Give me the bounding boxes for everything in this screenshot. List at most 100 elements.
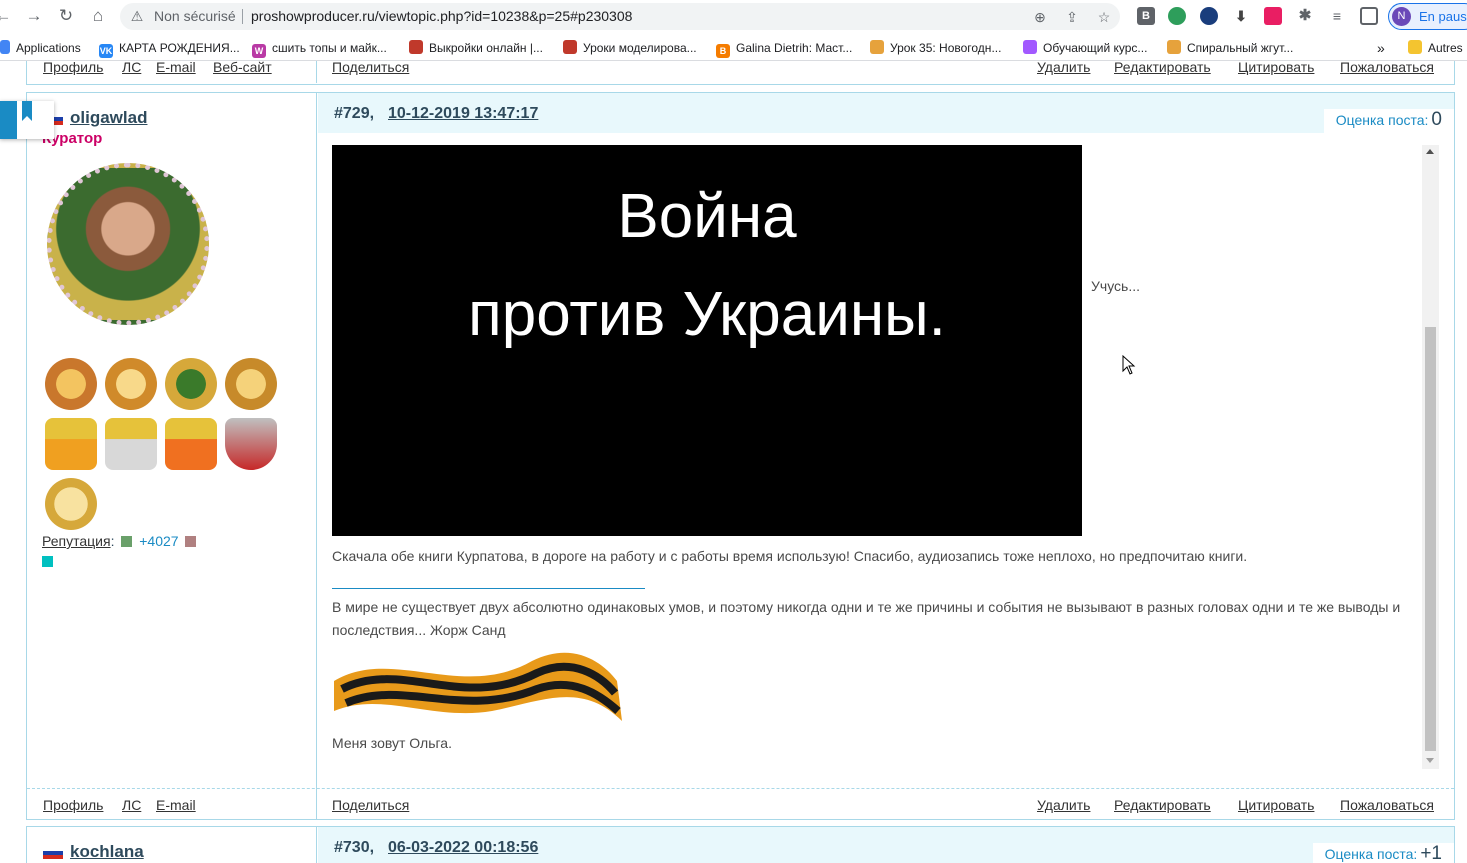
address-bar[interactable]: ⚠ Non sécurisé proshowproducer.ru/viewto… [120,3,1120,30]
website-link[interactable]: Веб-сайт [213,61,272,75]
bookmark-apps[interactable]: Applications [0,39,81,57]
bookmark-star-icon[interactable]: ☆ [1094,7,1114,27]
reputation-link[interactable]: Репутация [42,533,111,549]
email-link[interactable]: E-mail [156,61,196,75]
bookmark-tops[interactable]: Wсшить топы и майк... [252,39,387,58]
reload-icon[interactable]: ↻ [55,5,77,27]
home-icon[interactable]: ⌂ [87,5,109,27]
profile-link[interactable]: Профиль [43,797,103,813]
extension-b-icon[interactable]: B [1137,7,1155,25]
reading-list-icon[interactable]: ≡ [1328,7,1346,25]
rating-value: 0 [1431,109,1442,130]
scroll-up-icon[interactable] [1426,149,1434,154]
award-medal-icon [165,358,217,410]
report-link[interactable]: Пожаловаться [1340,797,1434,813]
forward-arrow-icon[interactable]: → [23,5,45,27]
side-panel-icon[interactable] [1360,7,1378,25]
post-scrollbar[interactable] [1422,145,1439,769]
email-link[interactable]: E-mail [156,797,196,813]
ribbon-image [334,652,622,721]
profile-button[interactable]: N En pause [1388,3,1467,30]
shield-badge-icon [225,418,277,470]
ten-years-badge-icon [45,478,97,530]
reputation-value: +4027 [139,533,179,549]
plus-icon[interactable] [121,536,133,547]
figma-icon [1023,40,1037,54]
rating-label: Оценка поста: [1324,846,1418,862]
bookmarks-more-chevron[interactable]: » [1377,39,1385,57]
bookmark-label: Galina Dietrih: Маст... [736,41,853,55]
scroll-down-icon[interactable] [1426,758,1434,763]
bookmark-other-folder[interactable]: Autres [1408,39,1463,57]
delete-link[interactable]: Удалить [1037,797,1090,813]
quote-link[interactable]: Цитировать [1238,797,1314,813]
back-arrow-icon[interactable]: ← [0,5,14,27]
bookmark-label: сшить топы и майк... [272,41,387,55]
post-signature: В мире не существует двух абсолютно один… [332,599,1401,638]
scrollbar-thumb[interactable] [1425,327,1436,751]
star-icon [1167,40,1181,54]
next-post-date-link[interactable]: 06-03-2022 00:18:56 [388,839,538,857]
share-link[interactable]: Поделиться [332,61,409,75]
bookmark-label: Спиральный жгут... [1187,41,1294,55]
previous-post-footer: Профиль ЛС E-mail Веб-сайт Поделиться Уд… [26,61,1455,85]
signature-divider [332,588,645,589]
edit-link[interactable]: Редактировать [1114,797,1211,813]
video-title-line2: против Украины. [468,280,946,349]
post-date-link[interactable]: 10-12-2019 13:47:17 [388,105,538,123]
report-link[interactable]: Пожаловаться [1340,61,1434,75]
zoom-icon[interactable]: ⊕ [1030,7,1050,27]
quote-link[interactable]: Цитировать [1238,61,1314,75]
url-text[interactable]: proshowproducer.ru/viewtopic.php?id=1023… [251,8,632,24]
extension-globe-icon[interactable] [1168,7,1186,25]
download-icon[interactable]: ⬇ [1232,7,1250,25]
psp-badge-icon [165,418,217,470]
address-divider [242,9,243,24]
pm-link[interactable]: ЛС [122,797,141,813]
post-header: #729, 10-12-2019 13:47:17 Оценка поста: 0 [318,93,1454,135]
author-avatar[interactable] [47,163,209,325]
author-name-link[interactable]: oligawlad [70,108,147,128]
next-post-rating: Оценка поста: +1 [1312,843,1454,863]
bookmark-course[interactable]: Обучающий курс... [1023,39,1147,57]
post-footer-divider [27,788,1454,789]
bookmark-lesson35[interactable]: Урок 35: Новогодн... [870,39,1001,57]
post-footer-actions: Поделиться Удалить Редактировать Цитиров… [332,794,1442,818]
star-icon [870,40,884,54]
bookmark-galina[interactable]: B Galina Dietrih: Маст... [716,39,853,58]
minus-icon[interactable] [185,536,197,547]
bookmark-label: Урок 35: Новогодн... [890,41,1002,55]
video-player[interactable]: Война против Украины. [332,145,1082,536]
floating-side-tab[interactable] [0,101,54,139]
extension-earth-icon[interactable] [1200,7,1218,25]
browser-toolbar: ← → ↻ ⌂ ⚠ Non sécurisé proshowproducer.r… [0,0,1467,33]
post-number: #729, [334,105,375,122]
share-link[interactable]: Поделиться [332,797,409,813]
side-text: Учусь... [1091,278,1140,294]
next-author-name-link[interactable]: kochlana [70,842,144,862]
mouse-cursor-icon [1122,355,1136,375]
pm-link[interactable]: ЛС [122,61,141,75]
post-footer-left: Профиль ЛС E-mail [43,794,313,818]
post-body: Скачала обе книги Курпатова, в дороге на… [332,548,1248,564]
edit-link[interactable]: Редактировать [1114,61,1211,75]
post-rating: Оценка поста: 0 [1323,109,1454,135]
post-730: kochlana #730, 06-03-2022 00:18:56 Оценк… [26,826,1455,863]
bookmark-vk[interactable]: VK КАРТА РОЖДЕНИЯ... [99,39,240,58]
bookmark-spiral[interactable]: Спиральный жгут... [1167,39,1293,57]
author-column: oligawlad Куратор Репутация: +4027 [27,93,317,819]
extension-calendar-icon[interactable] [1264,7,1282,25]
online-status-icon [42,556,53,567]
bookmark-label: Обучающий курс... [1043,41,1148,55]
previous-footer-actions: Поделиться Удалить Редактировать Цитиров… [332,61,1442,80]
extensions-puzzle-icon[interactable]: ✱ [1296,7,1314,25]
bookmark-label: Applications [16,41,81,55]
vk-icon: VK [99,44,113,58]
share-icon[interactable]: ⇪ [1062,7,1082,27]
warning-icon: ⚠ [130,8,144,24]
bookmark-lessons[interactable]: Уроки моделирова... [563,39,697,57]
reputation-row: Репутация: +4027 [42,533,197,549]
delete-link[interactable]: Удалить [1037,61,1090,75]
profile-link[interactable]: Профиль [43,61,103,75]
bookmark-patterns[interactable]: Выкройки онлайн |... [409,39,543,57]
